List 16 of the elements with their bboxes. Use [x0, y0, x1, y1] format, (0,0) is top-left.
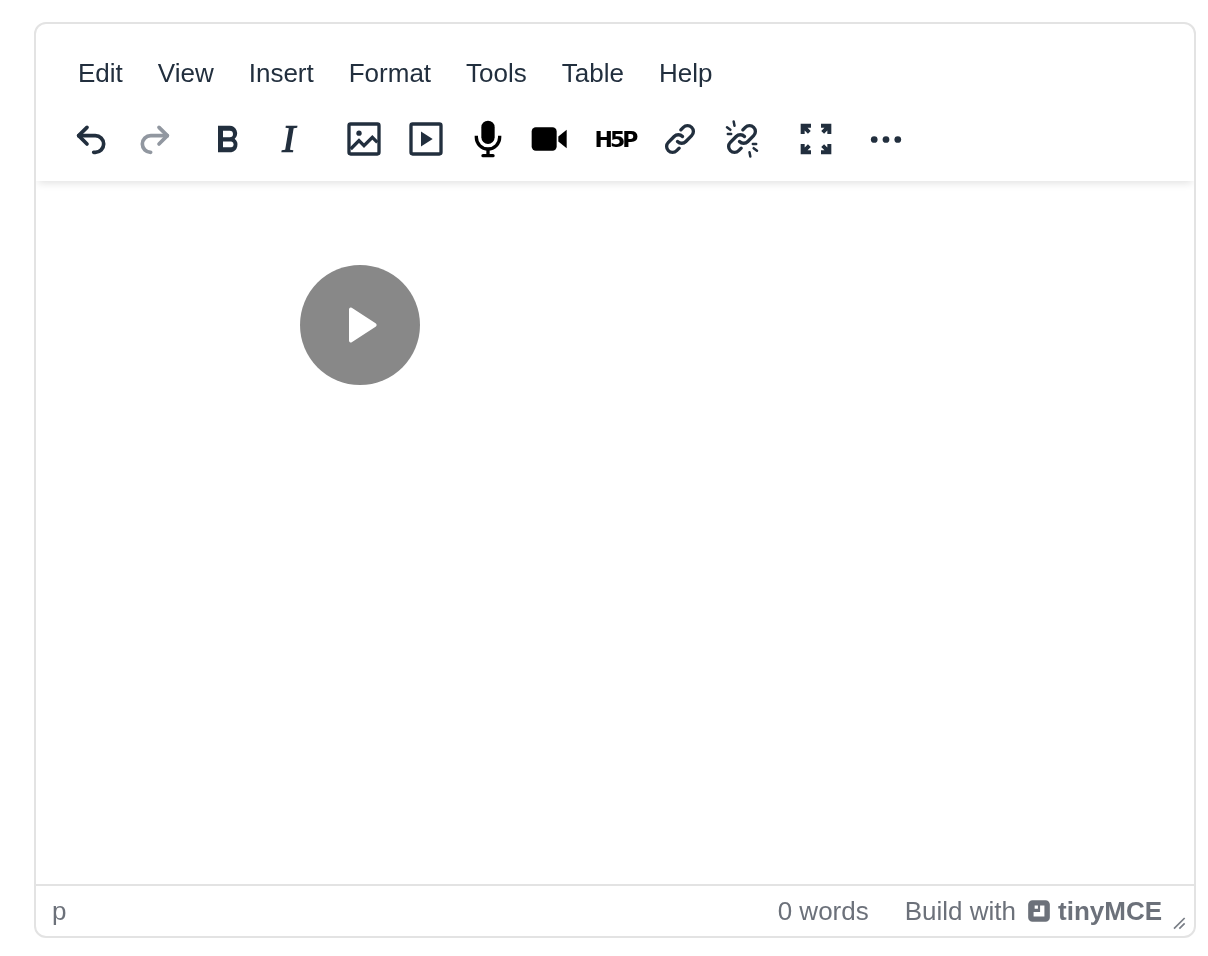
h5p-button[interactable]: H5P — [590, 122, 640, 156]
logo-icon — [1026, 898, 1052, 924]
menu-item[interactable]: Insert — [236, 54, 326, 93]
more-icon — [870, 134, 902, 144]
menu-item[interactable]: Edit — [66, 54, 135, 93]
menu-item[interactable]: Tools — [454, 54, 539, 93]
branding-link[interactable]: tinyMCE — [1058, 895, 1162, 927]
element-path[interactable]: p — [52, 895, 67, 927]
branding-text: Build with — [904, 895, 1016, 927]
menu-item[interactable]: View — [145, 54, 226, 93]
menu-item[interactable]: Table — [549, 54, 636, 93]
word-count[interactable]: 0 words — [777, 895, 869, 927]
play-frame-icon — [406, 119, 446, 159]
menu-item[interactable]: Help — [646, 54, 725, 93]
image-icon — [344, 119, 384, 159]
menu-item[interactable]: Format — [336, 54, 444, 93]
